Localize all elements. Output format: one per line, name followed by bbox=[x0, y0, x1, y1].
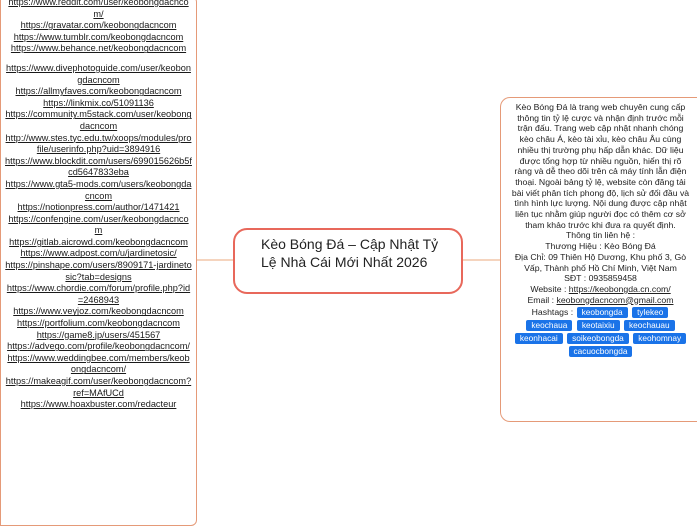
link-item[interactable]: https://gitlab.aicrowd.com/keobongdacnco… bbox=[5, 237, 192, 249]
link-item[interactable]: http://www.stes.tyc.edu.tw/xoops/modules… bbox=[5, 133, 192, 156]
brand-line: Thương Hiệu : Kèo Bóng Đá bbox=[545, 241, 656, 252]
website-label: Website : bbox=[530, 283, 569, 294]
link-item[interactable]: https://makeagif.com/user/keobongdacncom… bbox=[5, 376, 192, 399]
hashtag-keochaua[interactable]: keochaua bbox=[526, 320, 573, 332]
link-item[interactable]: https://game8.jp/users/451567 bbox=[5, 330, 192, 342]
info-description: Kèo Bóng Đá là trang web chuyên cung cấp… bbox=[511, 102, 690, 230]
link-item[interactable]: https://portfolium.com/keobongdacncom bbox=[5, 318, 192, 330]
link-item[interactable]: https://allmyfaves.com/keobongdacncom bbox=[5, 86, 192, 98]
link-item[interactable]: https://www.reddit.com/user/keobongdacnc… bbox=[5, 0, 192, 20]
hashtag-keotaixiu[interactable]: keotaixiu bbox=[576, 320, 620, 332]
link-item[interactable]: https://advego.com/profile/keobongdacnco… bbox=[5, 341, 192, 353]
link-item[interactable]: https://gravatar.com/keobongdacncom bbox=[5, 20, 192, 32]
info-node[interactable]: Kèo Bóng Đá là trang web chuyên cung cấp… bbox=[500, 97, 697, 422]
link-gap bbox=[5, 55, 192, 63]
link-item[interactable]: https://linkmix.co/51091136 bbox=[5, 98, 192, 110]
website-link[interactable]: https://keobongda.cn.com/ bbox=[569, 284, 671, 294]
link-item[interactable]: https://www.chordie.com/forum/profile.ph… bbox=[5, 283, 192, 306]
link-item[interactable]: https://www.weddingbee.com/members/keobo… bbox=[5, 353, 192, 376]
central-topic-title: Kèo Bóng Đá – Cập Nhật Tỷ Lệ Nhà Cái Mới… bbox=[261, 236, 439, 270]
hashtag-keobongda[interactable]: keobongda bbox=[576, 307, 628, 319]
link-item[interactable]: https://notionpress.com/author/1471421 bbox=[5, 202, 192, 214]
link-item[interactable]: https://www.divephotoguide.com/user/keob… bbox=[5, 63, 192, 86]
link-item[interactable]: https://pinshape.com/users/8909171-jardi… bbox=[5, 260, 192, 283]
link-item[interactable]: https://www.gta5-mods.com/users/keobongd… bbox=[5, 179, 192, 202]
link-item[interactable]: https://www.tumblr.com/keobongdacncom bbox=[5, 32, 192, 44]
links-node[interactable]: https://www.reddit.com/user/keobongdacnc… bbox=[0, 0, 197, 526]
email-line: Email : keobongdacncom@gmail.com bbox=[510, 295, 691, 306]
hashtag-keochauau[interactable]: keochauau bbox=[623, 320, 675, 332]
email-link[interactable]: keobongdacncom@gmail.com bbox=[556, 295, 673, 305]
phone-line: SĐT : 0935859458 bbox=[564, 273, 637, 284]
link-item[interactable]: https://www.blockdit.com/users/699015626… bbox=[5, 156, 192, 179]
hashtag-keonhacai[interactable]: keonhacai bbox=[514, 333, 563, 345]
links-list: https://www.reddit.com/user/keobongdacnc… bbox=[1, 0, 196, 411]
website-line: Website : https://keobongda.cn.com/ bbox=[510, 284, 691, 295]
hashtag-soikeobongda[interactable]: soikeobongda bbox=[567, 333, 629, 345]
link-item[interactable]: https://www.veyjoz.com/keobongdacncom bbox=[5, 306, 192, 318]
central-topic-node[interactable]: Kèo Bóng Đá – Cập Nhật Tỷ Lệ Nhà Cái Mới… bbox=[233, 228, 463, 294]
link-item[interactable]: https://www.adpost.com/u/jardinetosic/ bbox=[5, 248, 192, 260]
hashtag-tylekeo[interactable]: tylekeo bbox=[632, 307, 669, 319]
contact-heading: Thông tin liên hệ : bbox=[565, 230, 636, 241]
email-label: Email : bbox=[527, 294, 557, 305]
link-item[interactable]: https://confengine.com/user/keobongdacnc… bbox=[5, 214, 192, 237]
address-line: Địa Chỉ: 09 Thiên Hộ Dương, Khu phố 3, G… bbox=[514, 251, 687, 273]
hashtags: Hashtags : keobongda tylekeo keochaua ke… bbox=[510, 306, 691, 358]
hashtag-cacuocbongda[interactable]: cacuocbongda bbox=[568, 346, 633, 358]
hashtag-keohomnay[interactable]: keohomnay bbox=[633, 333, 687, 345]
link-item[interactable]: https://community.m5stack.com/user/keobo… bbox=[5, 109, 192, 132]
link-item[interactable]: https://www.behance.net/keobongdacncom bbox=[5, 43, 192, 55]
hashtags-label: Hashtags : bbox=[531, 307, 574, 318]
link-item[interactable]: https://www.hoaxbuster.com/redacteur bbox=[5, 399, 192, 411]
